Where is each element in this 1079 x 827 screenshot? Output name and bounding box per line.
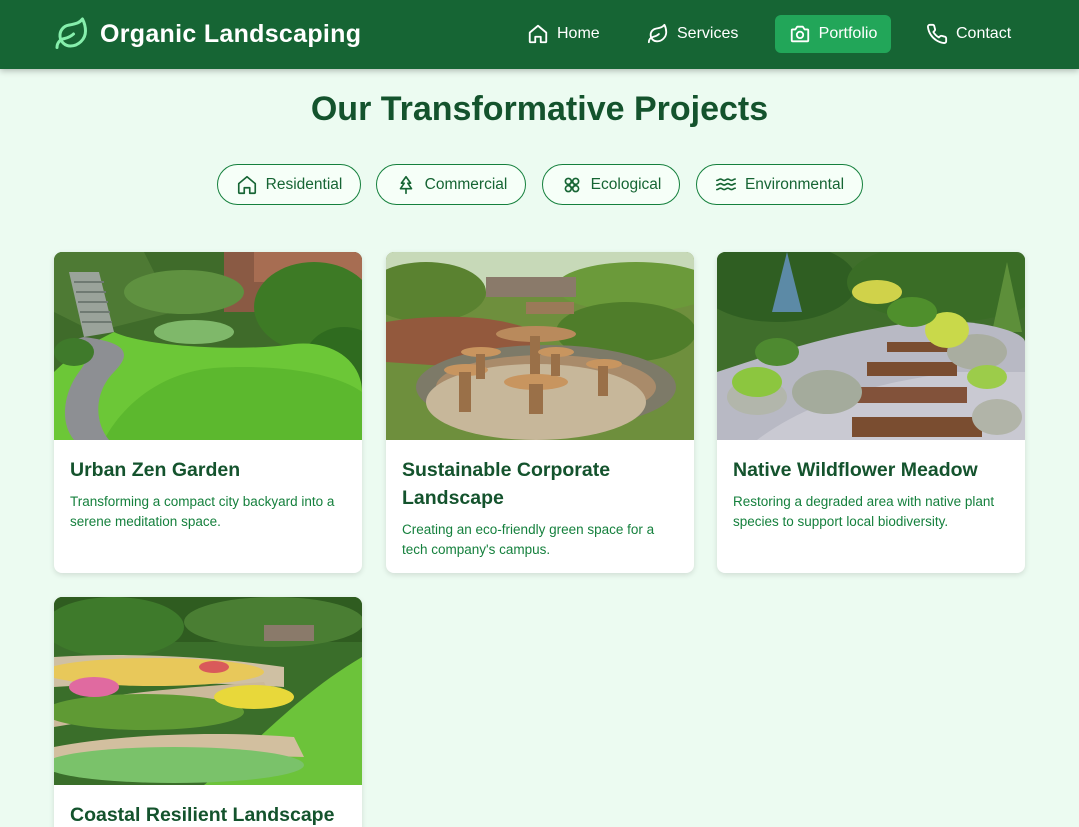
camera-icon: [789, 23, 811, 45]
category-filters: Residential Commercial Ecological Enviro…: [0, 164, 1079, 205]
project-description: Transforming a compact city backyard int…: [70, 494, 335, 529]
nav-portfolio[interactable]: Portfolio: [775, 15, 891, 53]
project-title: Urban Zen Garden: [70, 459, 241, 481]
filter-residential-label: Residential: [265, 175, 343, 193]
project-image-native-wildflower-meadow: [717, 252, 1025, 440]
project-image-coastal-resilient-landscape: [54, 597, 362, 785]
filter-ecological-label: Ecological: [590, 175, 662, 193]
nav-services-label: Services: [677, 25, 739, 42]
nav-services[interactable]: Services: [637, 15, 748, 53]
phone-icon: [926, 23, 948, 45]
waves-icon: [715, 174, 737, 196]
home-icon: [236, 174, 258, 196]
filter-ecological[interactable]: Ecological: [542, 164, 680, 205]
project-title: Native Wildflower Meadow: [733, 459, 978, 481]
nav-home[interactable]: Home: [517, 15, 610, 53]
project-description: Restoring a degraded area with native pl…: [733, 494, 995, 529]
leaf-icon: [647, 23, 669, 45]
project-card[interactable]: Urban Zen Garden Transforming a compact …: [54, 252, 362, 573]
home-icon: [527, 23, 549, 45]
project-title: Coastal Resilient Landscape: [70, 804, 335, 826]
nav-contact[interactable]: Contact: [916, 15, 1021, 53]
project-image-sustainable-corporate-landscape: [386, 252, 694, 440]
project-description: Creating an eco-friendly green space for…: [402, 522, 655, 557]
filter-commercial-label: Commercial: [424, 175, 508, 193]
filter-environmental[interactable]: Environmental: [696, 164, 863, 205]
project-image-urban-zen-garden: [54, 252, 362, 440]
main-nav: Home Services Portfolio Contact: [0, 15, 1079, 53]
page-title: Our Transformative Projects: [310, 90, 769, 128]
tree-icon: [395, 174, 417, 196]
project-title: Sustainable Corporate Landscape: [402, 459, 611, 509]
filter-environmental-label: Environmental: [744, 175, 845, 193]
nav-contact-label: Contact: [956, 25, 1012, 42]
top-navbar: Organic Landscaping Home Services Portfo…: [0, 0, 1079, 69]
filter-commercial[interactable]: Commercial: [376, 164, 526, 205]
project-card[interactable]: Coastal Resilient Landscape: [54, 597, 362, 827]
flower-icon: [561, 174, 583, 196]
filter-residential[interactable]: Residential: [217, 164, 361, 205]
nav-portfolio-label: Portfolio: [818, 25, 878, 42]
nav-home-label: Home: [557, 25, 600, 42]
project-card[interactable]: Native Wildflower Meadow Restoring a deg…: [717, 252, 1025, 573]
project-card[interactable]: Sustainable Corporate Landscape Creating…: [386, 252, 694, 573]
